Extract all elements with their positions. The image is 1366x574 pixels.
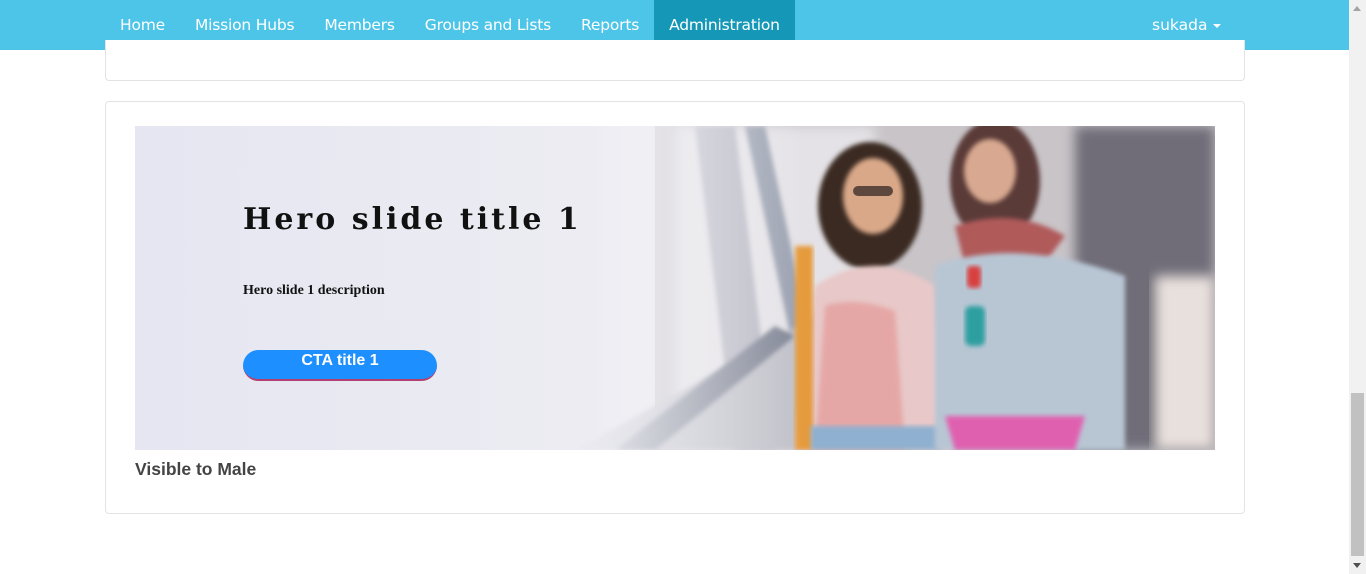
user-name: sukada	[1152, 16, 1208, 34]
hero-title: Hero slide title 1	[243, 202, 582, 237]
hero-slide-panel: Hero slide title 1 Hero slide 1 descript…	[105, 101, 1245, 514]
scroll-up-arrow-icon[interactable]	[1353, 6, 1361, 11]
scroll-down-arrow-icon[interactable]	[1353, 563, 1361, 568]
caret-down-icon	[1213, 23, 1222, 28]
hero-slide: Hero slide title 1 Hero slide 1 descript…	[135, 126, 1215, 450]
vertical-scrollbar[interactable]	[1349, 0, 1366, 574]
cta-button[interactable]: CTA title 1	[243, 350, 437, 381]
visibility-label: Visible to Male	[135, 459, 257, 479]
scrollbar-thumb[interactable]	[1351, 393, 1364, 556]
previous-panel	[105, 40, 1245, 81]
hero-description: Hero slide 1 description	[243, 283, 385, 298]
